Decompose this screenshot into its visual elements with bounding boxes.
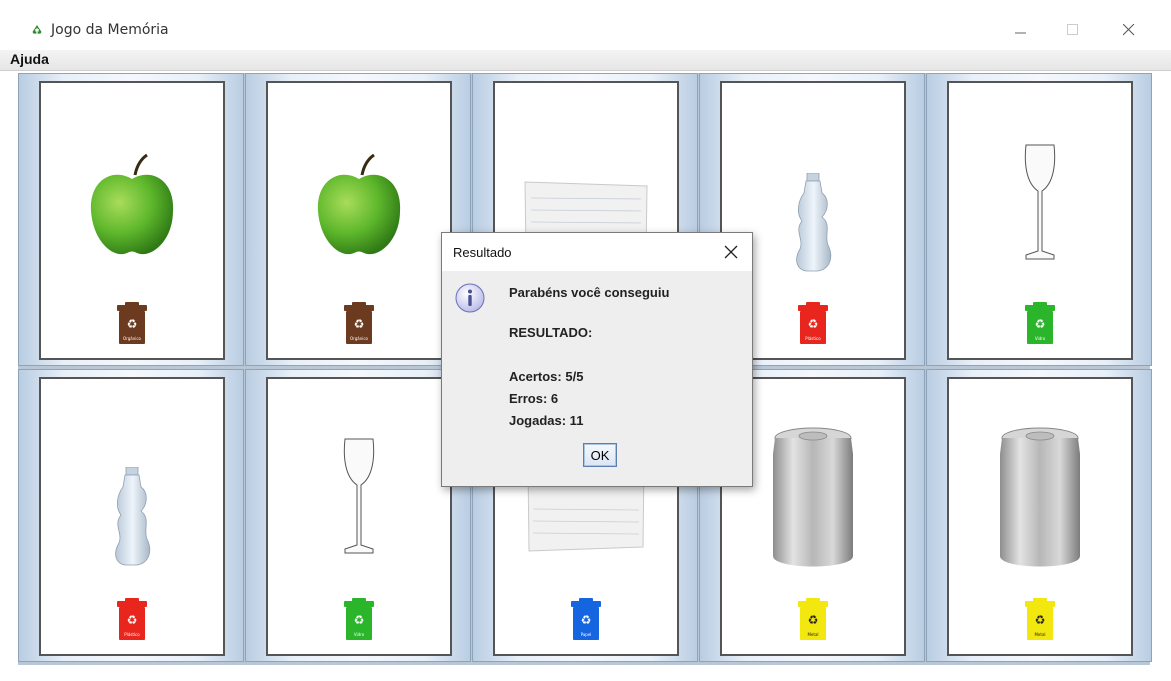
card-slot[interactable]: ♻ Vidro	[245, 369, 471, 662]
moves-text: Jogadas: 11	[509, 413, 584, 428]
memory-card[interactable]: ♻ Orgânico	[39, 81, 225, 360]
organic-bin-icon: ♻ Orgânico	[344, 302, 374, 344]
memory-card[interactable]: ♻ Orgânico	[266, 81, 452, 360]
card-slot[interactable]: ♻ Vidro	[926, 73, 1152, 366]
maximize-button[interactable]	[1053, 14, 1093, 46]
minimize-icon	[1015, 32, 1026, 34]
ok-button[interactable]: OK	[583, 443, 617, 467]
card-slot[interactable]: ♻ Plástico	[18, 369, 244, 662]
maximize-icon	[1067, 24, 1078, 35]
result-heading: RESULTADO:	[509, 325, 593, 340]
info-icon	[455, 283, 485, 313]
aluminum-can-icon	[1000, 427, 1080, 567]
dialog-title: Resultado	[453, 245, 512, 260]
svg-text:Metal: Metal	[807, 632, 818, 637]
memory-card[interactable]: ♻ Plástico	[39, 377, 225, 656]
close-icon	[1123, 24, 1135, 36]
result-dialog: Resultado Parabéns você conseguiu RESULT…	[441, 232, 753, 487]
svg-text:♻: ♻	[581, 613, 592, 627]
congrats-message: Parabéns você conseguiu	[509, 285, 670, 300]
menu-ajuda[interactable]: Ajuda	[10, 51, 49, 67]
glass-bin-icon: ♻ Vidro	[344, 598, 374, 640]
svg-text:Vidro: Vidro	[1035, 336, 1046, 341]
minimize-button[interactable]	[1001, 14, 1041, 46]
plastic-bin-icon: ♻ Plástico	[798, 302, 828, 344]
svg-text:♻: ♻	[354, 613, 365, 627]
metal-bin-icon: ♻ Metal	[1025, 598, 1055, 640]
dialog-close-button[interactable]	[724, 240, 738, 267]
svg-text:♻: ♻	[127, 317, 138, 331]
close-icon	[724, 245, 738, 259]
close-button[interactable]	[1109, 14, 1149, 46]
svg-text:Metal: Metal	[1034, 632, 1045, 637]
svg-text:♻: ♻	[1035, 317, 1046, 331]
dialog-title-bar: Resultado	[442, 233, 752, 271]
errors-text: Erros: 6	[509, 391, 559, 406]
organic-bin-icon: ♻ Orgânico	[117, 302, 147, 344]
svg-text:Papel: Papel	[581, 632, 592, 637]
svg-text:♻: ♻	[127, 613, 138, 627]
plastic-bottle-icon	[115, 467, 151, 566]
memory-card[interactable]: ♻ Vidro	[947, 81, 1133, 360]
memory-card[interactable]: ♻ Metal	[947, 377, 1133, 656]
glass-bin-icon: ♻ Vidro	[1025, 302, 1055, 344]
paper-bin-icon: ♻ Papel	[571, 598, 601, 640]
svg-text:Plástico: Plástico	[124, 632, 140, 637]
window-title: Jogo da Memória	[51, 22, 169, 38]
memory-card[interactable]: ♻ Vidro	[266, 377, 452, 656]
svg-text:♻: ♻	[808, 317, 819, 331]
svg-text:♻: ♻	[808, 613, 819, 627]
hits-text: Acertos: 5/5	[509, 369, 584, 384]
apple-icon	[317, 153, 401, 255]
card-slot[interactable]: ♻ Orgânico	[18, 73, 244, 366]
plastic-bottle-icon	[796, 173, 832, 272]
plastic-bin-icon: ♻ Plástico	[117, 598, 147, 640]
svg-text:Orgânico: Orgânico	[123, 336, 142, 341]
svg-text:Orgânico: Orgânico	[350, 336, 369, 341]
card-slot[interactable]: ♻ Orgânico	[245, 73, 471, 366]
svg-text:♻: ♻	[1035, 613, 1046, 627]
menu-bar: Ajuda	[0, 50, 1171, 71]
title-bar: Jogo da Memória	[0, 0, 1171, 50]
wine-glass-icon	[343, 438, 375, 554]
svg-text:Plástico: Plástico	[805, 336, 821, 341]
wine-glass-icon	[1024, 144, 1056, 260]
svg-text:♻: ♻	[354, 317, 365, 331]
aluminum-can-icon	[773, 427, 853, 567]
card-slot[interactable]: ♻ Metal	[926, 369, 1152, 662]
metal-bin-icon: ♻ Metal	[798, 598, 828, 640]
apple-icon	[90, 153, 174, 255]
svg-text:Vidro: Vidro	[354, 632, 365, 637]
recycle-icon	[32, 25, 42, 34]
